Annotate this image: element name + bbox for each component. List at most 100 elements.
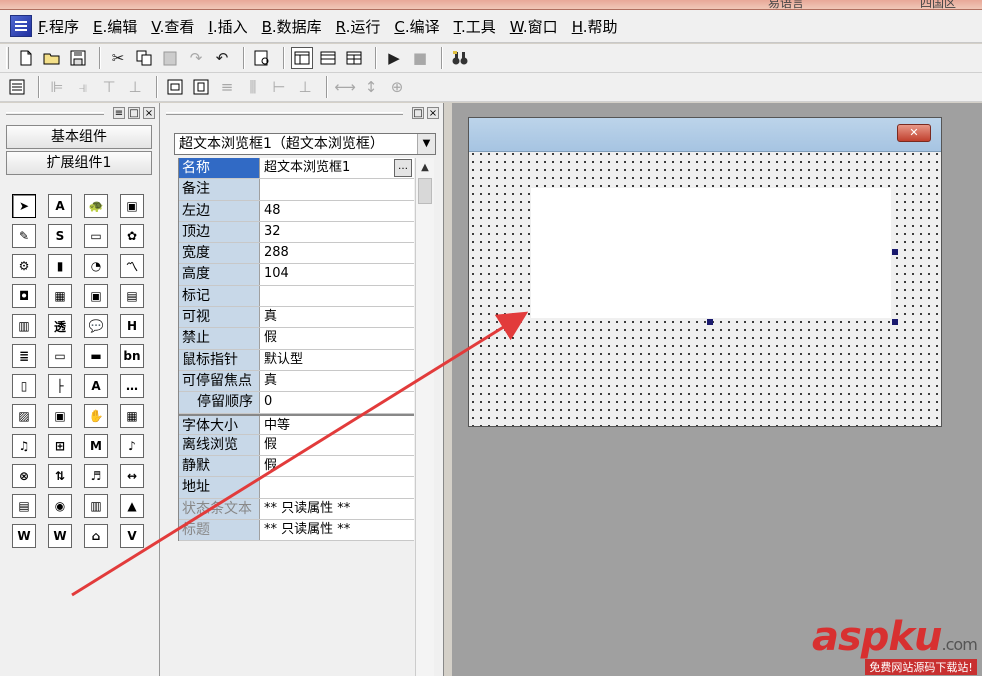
turtle-icon[interactable]: 🐢 (84, 194, 108, 218)
property-value[interactable]: 0 (260, 392, 414, 413)
selector-icon[interactable]: ⊞ (48, 434, 72, 458)
same-width-icon[interactable]: ≡ (216, 76, 238, 98)
palette-cell[interactable]: ⇅ (42, 461, 78, 491)
layer-icon[interactable]: ▣ (48, 404, 72, 428)
menu-compile[interactable]: C.编译 (394, 16, 439, 37)
palette-cell[interactable]: ⊞ (42, 431, 78, 461)
cut-icon[interactable]: ✂ (107, 47, 129, 69)
property-row[interactable]: 可视真 (179, 307, 414, 329)
calendar-icon[interactable]: ▤ (120, 284, 144, 308)
toolbar-grip[interactable] (6, 47, 9, 69)
vcl-icon[interactable]: V (120, 524, 144, 548)
edit-box-icon[interactable]: ✎ (12, 224, 36, 248)
palette-cell[interactable]: ≣ (6, 341, 42, 371)
palette-cell[interactable]: ▯ (6, 371, 42, 401)
property-row[interactable]: 停留顺序 0 (179, 392, 414, 414)
pointer-icon[interactable]: ➤ (12, 194, 36, 218)
menu-view[interactable]: V.查看 (151, 16, 194, 37)
same-height-icon[interactable]: ⫼ (242, 76, 264, 98)
palette-cell[interactable]: M (78, 431, 114, 461)
tab-extended-components[interactable]: 扩展组件1 (6, 151, 152, 175)
tab-basic-components[interactable]: 基本组件 (6, 125, 152, 149)
property-value[interactable]: 真 (260, 307, 414, 328)
property-row[interactable]: 静默假 (179, 456, 414, 478)
palette-cell[interactable]: W (42, 521, 78, 551)
property-row[interactable]: 备注 (179, 179, 414, 201)
align-top-icon[interactable]: ⊤ (98, 76, 120, 98)
palette-cell[interactable]: ✋ (78, 401, 114, 431)
palette-cell[interactable]: ▤ (114, 281, 150, 311)
dropdown-arrow-icon[interactable]: ▼ (417, 134, 435, 154)
palette-cell[interactable]: ▦ (42, 281, 78, 311)
palette-icon[interactable]: ✿ (120, 224, 144, 248)
palette-cell[interactable]: S (42, 221, 78, 251)
palette-cell[interactable]: ♫ (6, 431, 42, 461)
animation-icon[interactable]: ⚙ (12, 254, 36, 278)
picture-box-icon[interactable]: ▣ (120, 194, 144, 218)
list-icon[interactable]: ≣ (12, 344, 36, 368)
width-equal-icon[interactable]: ⟷ (334, 76, 356, 98)
palette-cell[interactable]: ▥ (6, 311, 42, 341)
shapes-icon[interactable]: ▲ (120, 494, 144, 518)
space-horizontal-icon[interactable]: ⊢ (268, 76, 290, 98)
align-left-icon[interactable]: ⊫ (46, 76, 68, 98)
palette-cell[interactable]: bn (114, 341, 150, 371)
property-row[interactable]: 禁止假 (179, 328, 414, 350)
menu-program[interactable]: F.程序 (38, 16, 79, 37)
tree-icon[interactable]: ├ (48, 374, 72, 398)
property-row[interactable]: 鼠标指针 默认型 (179, 349, 414, 371)
property-value[interactable]: 超文本浏览框1… (260, 158, 414, 179)
label-icon[interactable]: A (48, 194, 72, 218)
form-title-bar[interactable]: ✕ (469, 118, 941, 152)
height-equal-icon[interactable]: ↕ (360, 76, 382, 98)
property-value[interactable]: 真 (260, 370, 414, 392)
center-horizontal-icon[interactable] (164, 76, 186, 98)
palette-cell[interactable]: 〽 (114, 251, 150, 281)
table-icon[interactable]: ▦ (48, 284, 72, 308)
line-chart-icon[interactable]: 〽 (120, 254, 144, 278)
palette-cell[interactable]: ▮ (42, 251, 78, 281)
align-right-icon[interactable]: ⫣ (72, 76, 94, 98)
property-value[interactable]: ** 只读属性 ** (260, 520, 414, 541)
palette-cell[interactable]: A (78, 371, 114, 401)
panel-close-icon[interactable]: × (143, 107, 155, 119)
palette-cell[interactable]: 💬 (78, 311, 114, 341)
scanner-icon[interactable]: ⌂ (84, 524, 108, 548)
network-icon[interactable]: ⊗ (12, 464, 36, 488)
property-value[interactable] (260, 179, 414, 200)
layout-window-icon[interactable] (291, 47, 313, 69)
layout-horizontal-icon[interactable] (317, 47, 339, 69)
grid-icon[interactable]: ▣ (84, 284, 108, 308)
property-value[interactable]: 32 (260, 221, 414, 243)
menu-insert[interactable]: I.插入 (208, 16, 247, 37)
property-value[interactable]: 默认型 (260, 349, 414, 370)
redo-icon[interactable]: ↷ (185, 47, 207, 69)
run-icon[interactable]: ▶ (383, 47, 405, 69)
speech-bubble-icon[interactable]: 💬 (84, 314, 108, 338)
app-logo-icon[interactable] (10, 15, 32, 37)
drag-icon[interactable]: ✋ (84, 404, 108, 428)
palette-cell[interactable]: A (42, 191, 78, 221)
property-scrollbar[interactable]: ▲ (415, 158, 434, 676)
panel-grip[interactable] (6, 111, 104, 115)
property-row[interactable]: 左边 48 (179, 200, 414, 222)
menu-edit[interactable]: E.编辑 (93, 16, 137, 37)
property-value[interactable]: 假 (260, 434, 414, 456)
upload-icon[interactable]: ⇅ (48, 464, 72, 488)
palette-cell[interactable]: ◔ (78, 251, 114, 281)
progress-icon[interactable]: ▬ (84, 344, 108, 368)
button-icon[interactable]: ▭ (84, 224, 108, 248)
data-source-icon[interactable]: ◘ (12, 284, 36, 308)
save-icon[interactable] (67, 47, 89, 69)
book-icon[interactable]: ▯ (12, 374, 36, 398)
ellipsis-icon[interactable]: … (120, 374, 144, 398)
palette-cell[interactable]: H (114, 311, 150, 341)
image-icon[interactable]: ▨ (12, 404, 36, 428)
layout-grid-icon[interactable] (343, 47, 365, 69)
palette-cell[interactable]: ⚙ (6, 251, 42, 281)
palette-cell[interactable]: ◉ (42, 491, 78, 521)
property-value[interactable]: 288 (260, 243, 414, 264)
sock-icon[interactable]: S (48, 224, 72, 248)
word-icon[interactable]: W (12, 524, 36, 548)
new-file-icon[interactable] (15, 47, 37, 69)
